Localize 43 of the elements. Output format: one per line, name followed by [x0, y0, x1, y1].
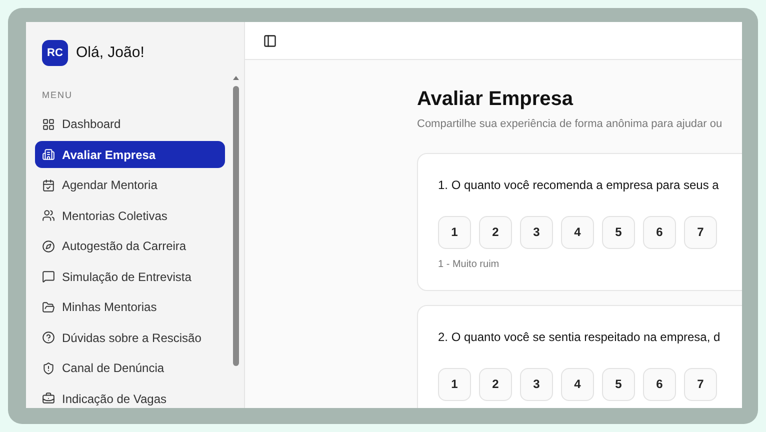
chat-bubble-icon [42, 270, 55, 283]
grid-icon [42, 118, 55, 130]
menu-heading: MENU [41, 89, 74, 102]
calendar-icon [42, 178, 55, 192]
building-icon [42, 148, 55, 161]
rating-option[interactable]: 5 [602, 216, 635, 248]
rating-option[interactable]: 4 [561, 216, 594, 248]
avatar: RC [42, 40, 68, 66]
rating-option[interactable]: 6 [643, 368, 676, 400]
sidebar-item[interactable]: Indicação de Vagas [35, 385, 225, 408]
shield-icon [42, 362, 55, 374]
rating-option[interactable]: 2 [479, 368, 512, 400]
sidebar-item[interactable]: Dúvidas sobre a Rescisão [35, 324, 225, 351]
rating-option[interactable]: 2 [479, 216, 512, 248]
question-text: 2. O quanto você se sentia respeitado na empresa, d [438, 328, 722, 346]
rating-option[interactable]: 4 [561, 368, 594, 400]
rating-option[interactable]: 7 [684, 216, 717, 248]
sidebar-item[interactable]: Agendar Mentoria [35, 172, 225, 198]
compass-icon [42, 240, 55, 252]
page-subtitle: Compartilhe sua experiência de forma anônima para ajudar ou [417, 117, 724, 132]
help-icon [42, 331, 55, 344]
sidebar-item[interactable]: Dashboard [35, 110, 225, 138]
users-icon [42, 209, 55, 222]
sidebar-toggle-icon[interactable] [263, 34, 277, 48]
sidebar-item[interactable]: Canal de Denúncia [35, 354, 225, 382]
page-title: Avaliar Empresa [417, 87, 574, 112]
sidebar-item[interactable]: Mentorias Coletivas [35, 202, 225, 229]
folder-icon [42, 300, 55, 314]
sidebar-item[interactable]: Autogestão da Carreira [35, 232, 225, 260]
greeting: Olá, João! [76, 42, 144, 63]
rating-option[interactable]: 6 [643, 216, 676, 248]
rating-hint: 1 - Muito ruim [438, 258, 500, 272]
question-text: 1. O quanto você recomenda a empresa para seus a [438, 176, 720, 194]
rating-option[interactable]: 1 [438, 216, 471, 248]
briefcase-icon [42, 392, 55, 405]
sidebar-item[interactable]: Minhas Mentorias [35, 294, 225, 320]
sidebar-item[interactable]: Simulação de Entrevista [35, 263, 225, 290]
rating-option[interactable]: 1 [438, 368, 471, 400]
rating-option[interactable]: 5 [602, 368, 635, 400]
sidebar-item[interactable]: Avaliar Empresa [35, 141, 225, 168]
rating-option[interactable]: 3 [520, 368, 553, 400]
rating-option[interactable]: 3 [520, 216, 553, 248]
rating-option[interactable]: 7 [684, 368, 717, 400]
